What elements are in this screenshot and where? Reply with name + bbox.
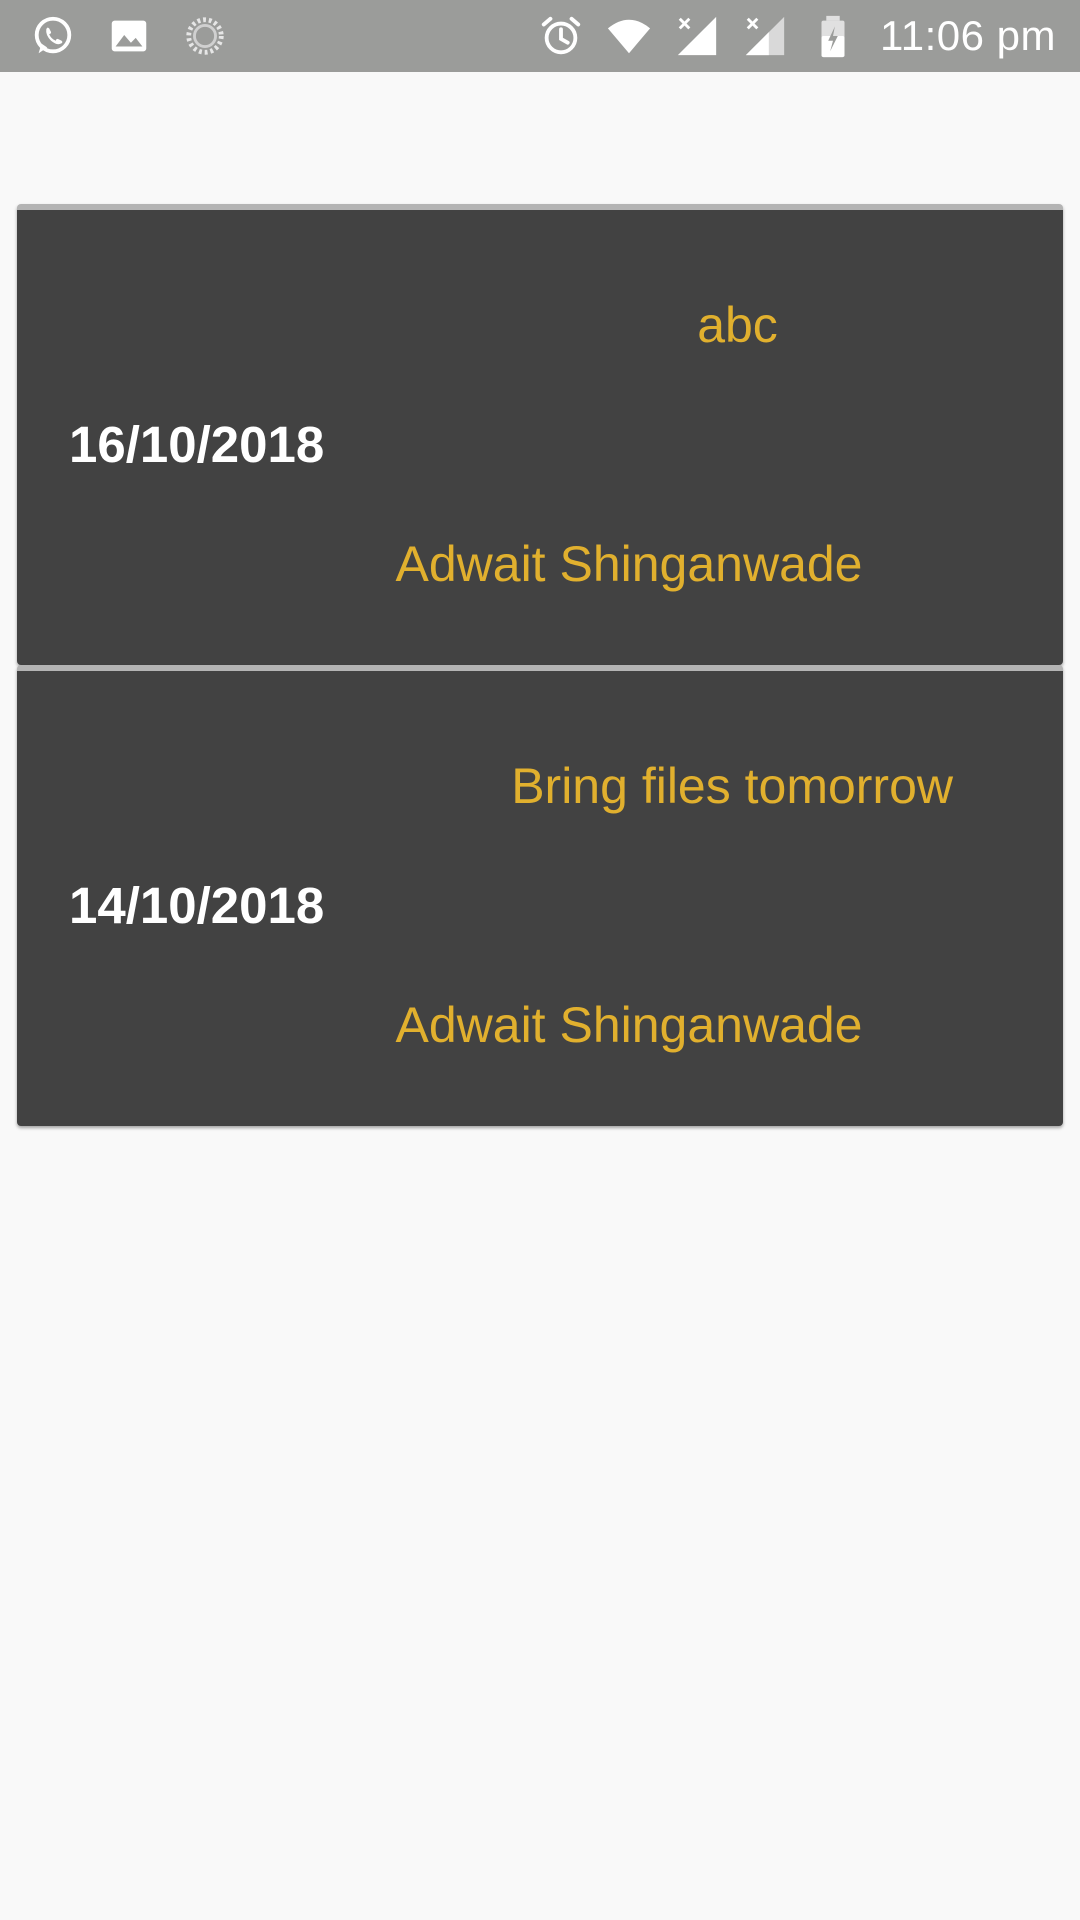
message-sender: Adwait Shinganwade — [395, 997, 863, 1053]
message-date: 14/10/2018 — [69, 877, 325, 934]
status-bar-notifications — [28, 0, 230, 72]
whatsapp-icon — [28, 11, 78, 61]
message-text: abc — [697, 297, 778, 353]
status-bar-system: 11:06 pm — [536, 0, 1056, 72]
message-date: 16/10/2018 — [69, 416, 325, 473]
clock-time: 11:06 pm — [880, 12, 1056, 59]
signal-x-icon — [672, 11, 722, 61]
signal-x-icon-2 — [740, 11, 790, 61]
message-list[interactable]: abc 16/10/2018 Adwait Shinganwade Bring … — [17, 204, 1063, 1126]
message-sender: Adwait Shinganwade — [395, 536, 863, 592]
status-bar: 11:06 pm — [0, 0, 1080, 72]
wifi-icon — [604, 11, 654, 61]
battery-charging-icon — [808, 11, 858, 61]
message-card[interactable]: Bring files tomorrow 14/10/2018 Adwait S… — [17, 665, 1063, 1126]
loading-icon — [180, 11, 230, 61]
image-icon — [104, 11, 154, 61]
message-card[interactable]: abc 16/10/2018 Adwait Shinganwade — [17, 204, 1063, 665]
message-text: Bring files tomorrow — [511, 758, 953, 814]
alarm-icon — [536, 11, 586, 61]
